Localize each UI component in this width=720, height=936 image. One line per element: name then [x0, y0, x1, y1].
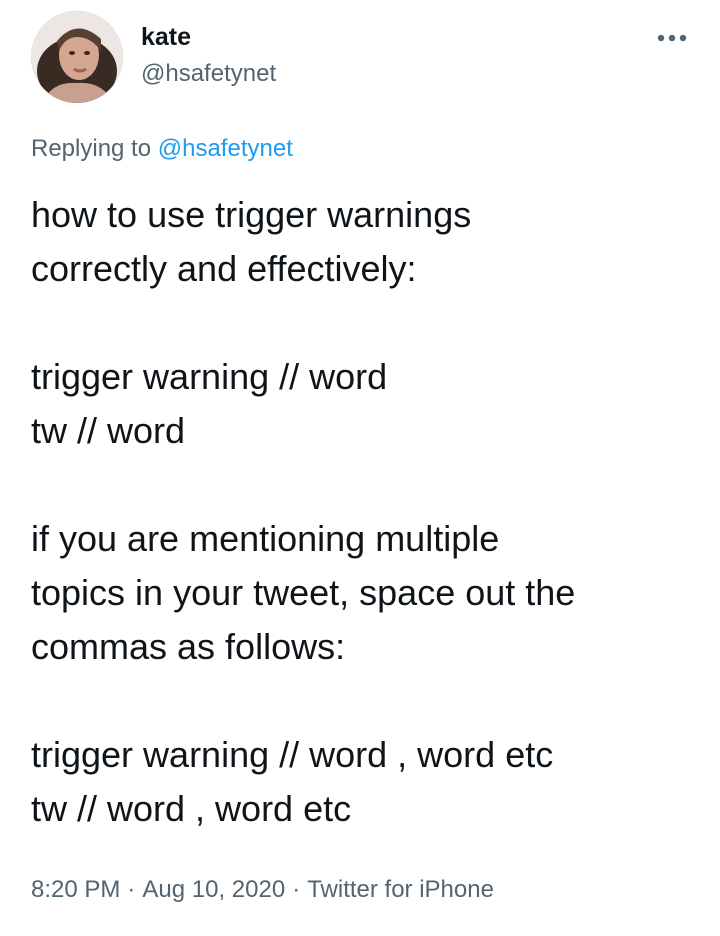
meta-separator: · — [127, 876, 136, 903]
avatar[interactable] — [31, 11, 123, 103]
tweet-header: kate @hsafetynet — [0, 0, 720, 120]
more-button[interactable] — [652, 26, 692, 50]
timestamp-time[interactable]: 8:20 PM — [31, 876, 120, 903]
tweet: kate @hsafetynet Replying to @hsafetynet… — [0, 0, 720, 936]
display-name[interactable]: kate — [141, 22, 191, 52]
tweet-text: how to use trigger warnings correctly an… — [31, 188, 701, 836]
tweet-text-line: tw // word , word etc — [31, 788, 352, 829]
replying-to: Replying to @hsafetynet — [31, 134, 293, 164]
tweet-text-line: if you are mentioning multiple — [31, 518, 500, 559]
more-horizontal-icon — [657, 34, 687, 42]
tweet-source[interactable]: Twitter for iPhone — [307, 876, 494, 903]
tweet-text-line: topics in your tweet, space out the — [31, 572, 576, 613]
meta-separator: · — [292, 876, 301, 903]
tweet-text-line: how to use trigger warnings — [31, 194, 472, 235]
mention-link[interactable]: @hsafetynet — [158, 135, 293, 162]
replying-to-label: Replying to — [31, 135, 158, 162]
handle[interactable]: @hsafetynet — [141, 59, 276, 89]
timestamp-date[interactable]: Aug 10, 2020 — [142, 876, 285, 903]
tweet-text-line: correctly and effectively: — [31, 248, 417, 289]
tweet-text-line: tw // word — [31, 410, 186, 451]
tweet-meta: 8:20 PM · Aug 10, 2020 · Twitter for iPhone — [31, 874, 494, 906]
tweet-text-line: trigger warning // word , word etc — [31, 734, 554, 775]
avatar-image — [31, 11, 123, 103]
tweet-text-line: trigger warning // word — [31, 356, 388, 397]
tweet-text-line: commas as follows: — [31, 626, 346, 667]
